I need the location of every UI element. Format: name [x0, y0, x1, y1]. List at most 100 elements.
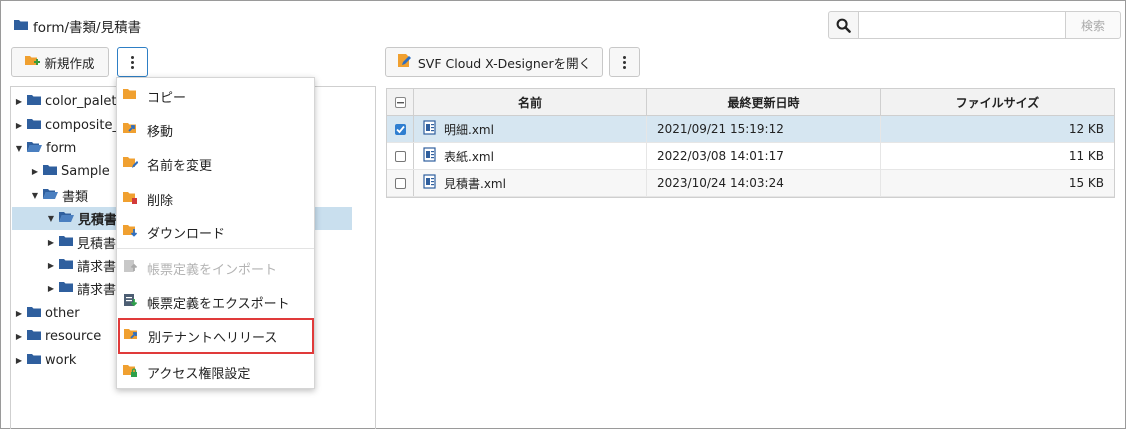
menu-item[interactable]: 帳票定義をエクスポート	[117, 285, 314, 319]
folder-icon	[59, 281, 73, 296]
file-size-cell: 12 KB	[1068, 122, 1104, 136]
folder-icon	[43, 164, 57, 179]
folder-icon	[27, 329, 41, 344]
tree-node[interactable]: ▶ Sample	[30, 160, 110, 182]
tree-node[interactable]: ▶ resource	[14, 325, 101, 347]
file-size-cell: 11 KB	[1068, 149, 1104, 163]
tree-node[interactable]: ▶ 請求書	[46, 254, 116, 276]
tree-node-label: 見積書	[77, 236, 117, 252]
export-icon	[123, 293, 138, 312]
column-header-modified[interactable]: 最終更新日時	[647, 89, 881, 115]
new-button[interactable]: 新規作成	[11, 47, 109, 77]
menu-item-label: アクセス権限設定	[147, 366, 251, 382]
tree-node-label: 請求書	[77, 282, 117, 298]
menu-item-label: コピー	[147, 90, 187, 106]
menu-item-label: 別テナントへリリース	[148, 330, 278, 346]
context-menu: コピー 移動 名前を変更 削除 ダウンロード 帳票定義をインポート 帳票定義をエクスポート別…	[116, 77, 315, 389]
menu-item-label: 移動	[147, 124, 174, 140]
search-icon	[836, 18, 851, 33]
caret-right-icon[interactable]: ▶	[14, 309, 24, 318]
search-icon-button[interactable]	[828, 11, 859, 39]
menu-item[interactable]: 削除	[117, 182, 314, 216]
tree-node-label: Sample	[61, 163, 110, 179]
row-checkbox[interactable]	[394, 177, 406, 189]
tree-node[interactable]: ▼ 見積書	[46, 207, 117, 229]
search-submit-button[interactable]: 検索	[1065, 11, 1121, 39]
menu-item[interactable]: 移動	[117, 113, 314, 147]
open-designer-label: SVF Cloud X-Designerを開く	[417, 55, 592, 71]
more-vertical-icon	[131, 55, 134, 69]
folder-copy-icon	[123, 87, 138, 106]
folder-open-icon	[59, 211, 74, 226]
folder-open-icon	[43, 188, 58, 203]
file-table: 名前 最終更新日時 ファイルサイズ 明細.xml 2021/09/21 15:19…	[386, 88, 1115, 198]
column-header-name[interactable]: 名前	[414, 89, 647, 115]
file-name[interactable]: 表紙.xml	[444, 148, 494, 165]
row-checkbox[interactable]	[394, 123, 406, 135]
menu-item[interactable]: 別テナントへリリース	[118, 318, 314, 354]
folder-rename-icon	[123, 155, 139, 174]
tree-node[interactable]: ▼ form	[14, 137, 76, 159]
select-all-checkbox[interactable]	[394, 96, 406, 108]
menu-item[interactable]: ダウンロード	[117, 215, 314, 249]
caret-right-icon[interactable]: ▶	[46, 284, 56, 293]
menu-item-label: 削除	[147, 193, 174, 209]
tree-node-label: form	[46, 140, 77, 156]
open-designer-button[interactable]: SVF Cloud X-Designerを開く	[385, 47, 603, 77]
tree-node-label: 請求書	[77, 259, 117, 275]
menu-item-label: 帳票定義をエクスポート	[147, 296, 290, 312]
menu-item[interactable]: コピー	[117, 79, 314, 113]
caret-right-icon[interactable]: ▶	[30, 167, 40, 176]
table-row[interactable]: 明細.xml 2021/09/21 15:19:12 12 KB	[387, 116, 1114, 143]
caret-right-icon[interactable]: ▶	[14, 97, 24, 106]
folder-delete-icon	[123, 190, 138, 209]
tree-node[interactable]: ▶ work	[14, 349, 77, 371]
more-vertical-icon	[623, 55, 626, 69]
folder-icon	[27, 118, 41, 133]
file-name-cell: 表紙.xml	[414, 143, 647, 169]
file-name-cell: 見積書.xml	[414, 170, 647, 196]
file-name-cell: 明細.xml	[414, 116, 647, 142]
search-bar: 検索	[828, 11, 1121, 39]
caret-down-icon[interactable]: ▼	[30, 191, 40, 200]
caret-right-icon[interactable]: ▶	[46, 238, 56, 247]
menu-item[interactable]: 名前を変更	[117, 147, 314, 181]
menu-item[interactable]: アクセス権限設定	[117, 355, 314, 389]
select-all-cell	[387, 89, 414, 115]
breadcrumb-path: form/書類/見積書	[33, 20, 142, 36]
table-row[interactable]: 表紙.xml 2022/03/08 14:01:17 11 KB	[387, 143, 1114, 170]
new-button-label: 新規作成	[44, 55, 95, 71]
caret-right-icon[interactable]: ▶	[14, 332, 24, 341]
row-select-cell	[387, 170, 414, 196]
new-folder-icon	[25, 54, 41, 71]
file-modified-cell: 2022/03/08 14:01:17	[647, 143, 881, 169]
tree-node[interactable]: ▶ 見積書	[46, 231, 116, 253]
file-name[interactable]: 明細.xml	[444, 121, 494, 138]
file-modified-cell: 2021/09/21 15:19:12	[647, 116, 881, 142]
table-header: 名前 最終更新日時 ファイルサイズ	[387, 89, 1114, 116]
row-checkbox[interactable]	[394, 150, 406, 162]
tree-node-label: color_palett	[45, 93, 122, 109]
search-input[interactable]	[859, 11, 1065, 39]
folder-open-icon	[27, 141, 42, 156]
folder-lock-icon	[123, 363, 138, 382]
caret-right-icon[interactable]: ▶	[14, 356, 24, 365]
table-row[interactable]: 見積書.xml 2023/10/24 14:03:24 15 KB	[387, 170, 1114, 197]
import-icon	[123, 259, 138, 278]
caret-right-icon[interactable]: ▶	[14, 121, 24, 130]
xml-file-icon	[423, 120, 437, 138]
folder-icon	[27, 306, 41, 321]
tree-node[interactable]: ▼ 書類	[30, 184, 88, 206]
caret-down-icon[interactable]: ▼	[46, 214, 56, 223]
column-header-size[interactable]: ファイルサイズ	[881, 89, 1114, 115]
folder-icon	[59, 258, 73, 273]
tree-node[interactable]: ▶ color_palett	[14, 90, 122, 112]
caret-down-icon[interactable]: ▼	[14, 144, 24, 153]
caret-right-icon[interactable]: ▶	[46, 261, 56, 270]
file-menu-button[interactable]	[609, 47, 640, 77]
tree-node[interactable]: ▶ other	[14, 302, 80, 324]
tree-node[interactable]: ▶ composite_	[14, 114, 119, 136]
file-name[interactable]: 見積書.xml	[444, 175, 506, 192]
folder-menu-button[interactable]	[117, 47, 148, 77]
tree-node[interactable]: ▶ 請求書	[46, 277, 116, 299]
